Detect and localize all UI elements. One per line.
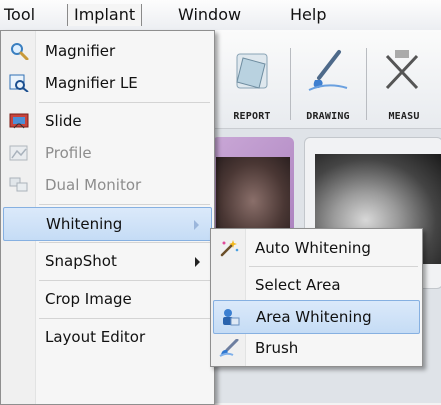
brush-icon [219,339,239,357]
submenu-arrow-icon [194,220,199,230]
measure-label: MEASU [388,111,420,122]
menu-item-brush[interactable]: Brush [213,332,420,364]
drawing-button[interactable]: DRAWING [296,30,360,128]
menu-separator [39,318,210,319]
report-label: REPORT [233,111,271,122]
report-icon [236,53,268,89]
menu-item-whitening[interactable]: Whitening [3,207,212,241]
menu-separator [249,266,418,267]
toolbar-divider [290,48,291,120]
menu-item-profile[interactable]: Profile [3,137,212,169]
menu-separator [39,280,210,281]
menu-item-slide[interactable]: Slide [3,105,212,137]
menu-window[interactable]: Window [178,4,241,26]
toolbar-divider [366,48,367,120]
area-whitening-icon [223,309,240,326]
tool-menu: Magnifier Magnifier LE Slide Profile Dua… [0,30,215,405]
menu-bar: Tool Implant Window Help [0,0,441,31]
report-button[interactable]: REPORT [220,30,284,128]
magnifier-icon [11,43,29,60]
menu-help[interactable]: Help [290,4,326,26]
menu-item-magnifier-le[interactable]: Magnifier LE [3,67,212,99]
magic-wand-icon [220,240,239,257]
magnifier-le-icon [9,74,29,92]
menu-item-crop-image[interactable]: Crop Image [3,283,212,315]
drawing-label: DRAWING [306,111,350,122]
drawing-icon [308,50,348,91]
main-toolbar: REPORT DRAWING MEASU [212,30,441,129]
menu-implant[interactable]: Implant [67,4,143,26]
measure-button[interactable]: MEASU [372,30,436,128]
menu-separator [39,102,210,103]
menu-item-dual-monitor[interactable]: Dual Monitor [3,169,212,201]
menu-item-snapshot[interactable]: SnapShot [3,245,212,277]
slide-icon [9,113,29,129]
menu-item-layout-editor[interactable]: Layout Editor [3,321,212,353]
menu-separator [39,242,210,243]
menu-item-area-whitening[interactable]: Area Whitening [213,300,420,334]
menu-item-auto-whitening[interactable]: Auto Whitening [213,232,420,264]
profile-icon [9,145,28,161]
menu-separator [39,204,210,205]
menu-tool[interactable]: Tool [4,4,35,26]
measure-icon [385,50,419,90]
whitening-submenu: Auto Whitening Select Area Area Whitenin… [210,228,423,367]
menu-item-magnifier[interactable]: Magnifier [3,35,212,67]
submenu-arrow-icon [195,257,200,267]
menu-item-select-area[interactable]: Select Area [213,269,420,301]
dual-monitor-icon [9,177,28,192]
